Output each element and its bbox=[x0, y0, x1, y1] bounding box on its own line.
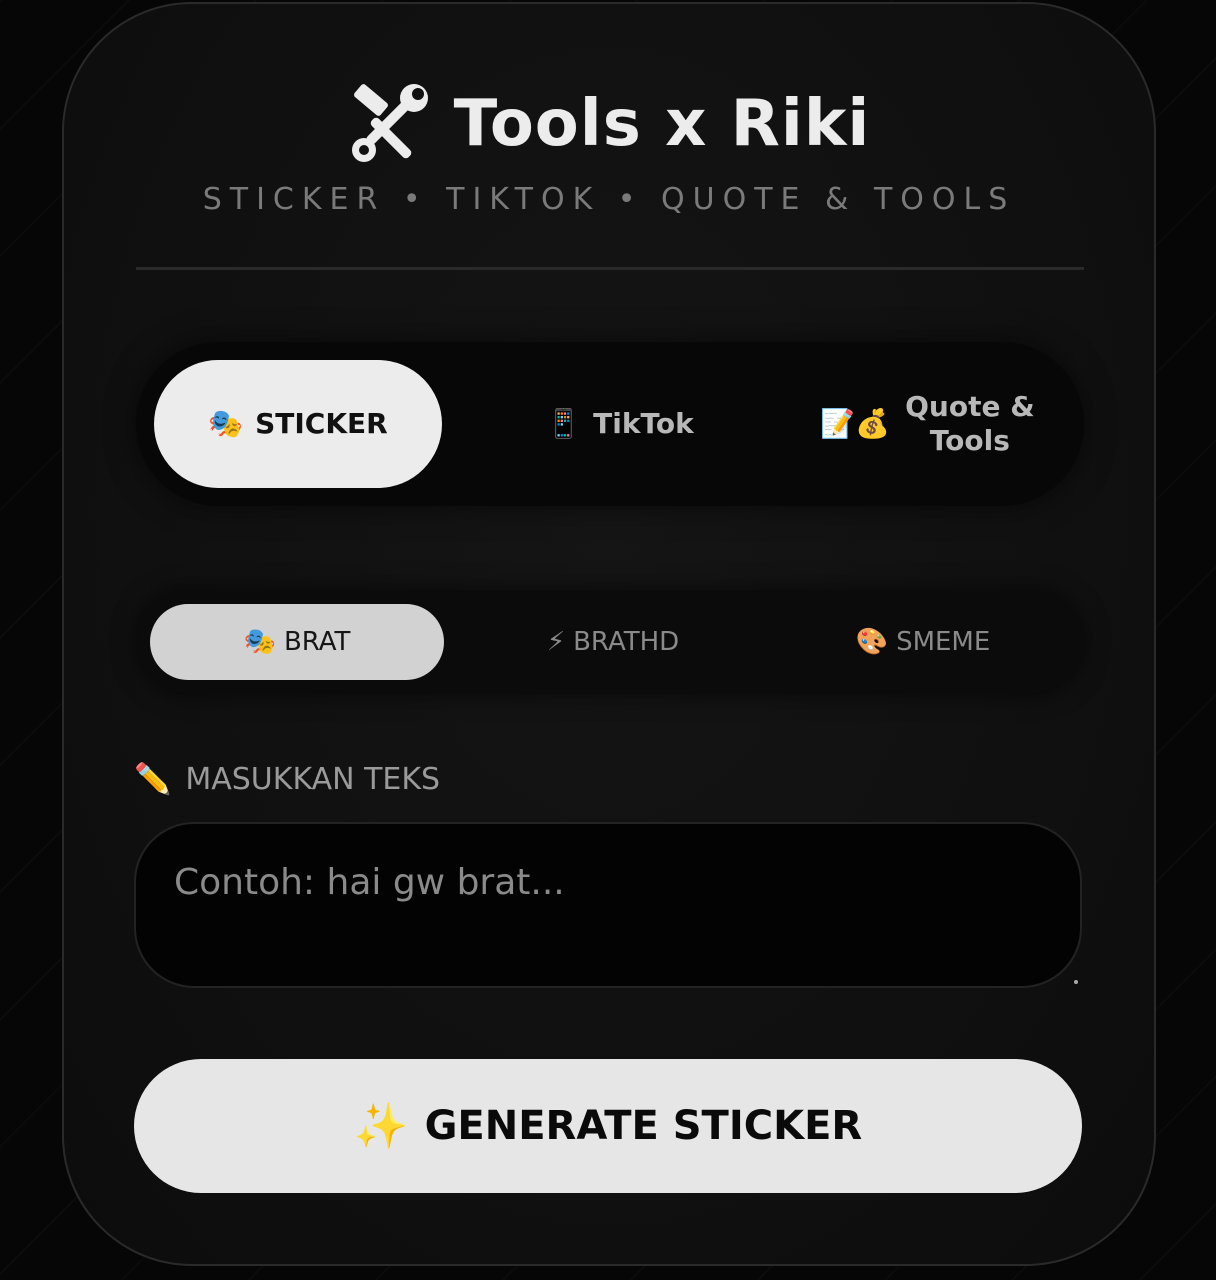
title-text: Tools x Riki bbox=[453, 87, 871, 161]
main-tabs: 🎭 STICKER 📱 TikTok 📝💰 Quote & Tools bbox=[136, 342, 1084, 506]
subtab-label: BRATHD bbox=[573, 627, 680, 657]
divider bbox=[136, 267, 1084, 270]
tab-quote-tools[interactable]: 📝💰 Quote & Tools bbox=[796, 360, 1064, 488]
memo-moneybag-icon: 📝💰 bbox=[820, 407, 890, 440]
sparkles-icon: ✨ bbox=[353, 1101, 409, 1152]
pencil-icon: ✏️ bbox=[134, 762, 172, 797]
text-input[interactable] bbox=[136, 824, 1080, 986]
palette-icon: 🎨 bbox=[855, 627, 889, 657]
tab-tiktok[interactable]: 📱 TikTok bbox=[476, 360, 764, 488]
input-label: ✏️ MASUKKAN TEKS bbox=[134, 762, 440, 797]
generate-sticker-button[interactable]: ✨ GENERATE STICKER bbox=[134, 1059, 1082, 1193]
tab-label: TikTok bbox=[593, 407, 694, 440]
tab-label: Quote & Tools bbox=[905, 390, 1035, 457]
app-title: Tools x Riki bbox=[64, 82, 1154, 166]
subtitle: STICKER • TIKTOK • QUOTE & TOOLS bbox=[202, 182, 1016, 217]
sticker-subtabs: 🎭 BRAT ⚡ BRATHD 🎨 SMEME bbox=[136, 590, 1084, 694]
subtab-label: BRAT bbox=[283, 627, 351, 657]
subtab-brat[interactable]: 🎭 BRAT bbox=[150, 604, 444, 680]
hammer-wrench-icon bbox=[348, 82, 432, 166]
text-input-container bbox=[134, 822, 1082, 988]
performing-arts-icon: 🎭 bbox=[243, 627, 276, 657]
tab-sticker[interactable]: 🎭 STICKER bbox=[154, 360, 442, 488]
mobile-phone-icon: 📱 bbox=[546, 407, 582, 440]
subtab-smeme[interactable]: 🎨 SMEME bbox=[776, 604, 1070, 680]
lightning-icon: ⚡ bbox=[546, 627, 566, 657]
generate-label: GENERATE STICKER bbox=[424, 1103, 863, 1149]
tab-label: STICKER bbox=[255, 407, 388, 440]
subtab-label: SMEME bbox=[896, 627, 991, 657]
performing-arts-icon: 🎭 bbox=[208, 407, 244, 440]
resize-handle-icon[interactable] bbox=[1074, 980, 1078, 984]
input-label-text: MASUKKAN TEKS bbox=[185, 762, 441, 797]
subtab-brathd[interactable]: ⚡ BRATHD bbox=[466, 604, 760, 680]
